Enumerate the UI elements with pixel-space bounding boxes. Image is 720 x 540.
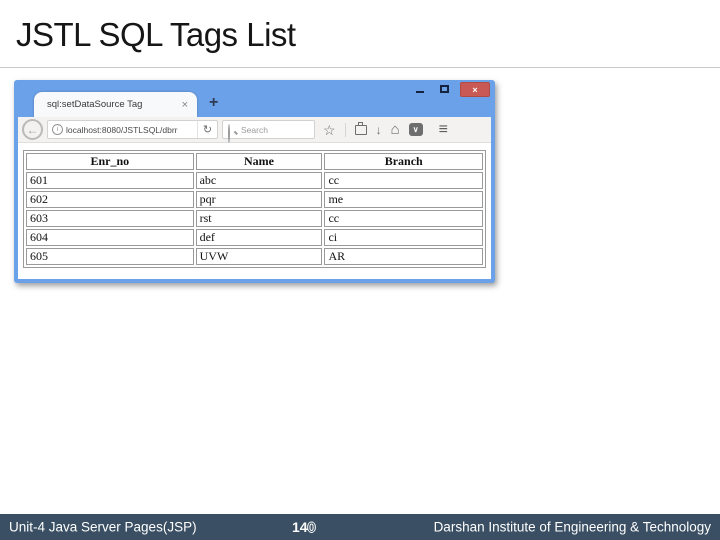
column-header-enr-no: Enr_no [26,153,194,170]
table-cell: AR [324,248,483,265]
search-bar[interactable] [222,120,315,143]
footer-institute-label: Darshan Institute of Engineering & Techn… [433,519,711,535]
table-cell: ci [324,229,483,246]
url-input[interactable] [66,124,197,135]
tab-title: sql:setDataSource Tag [47,99,143,110]
page-number-suffix: 0 [307,519,316,535]
search-icon [228,123,238,143]
table-cell: me [324,191,483,208]
page-number: 140 [292,519,315,535]
bookmarks-panel-icon[interactable] [354,121,367,135]
table-cell: def [195,229,323,246]
toolbar-icons: ☆ ↓ ⌂ ∨ ≡ [323,121,448,138]
table-cell: cc [324,210,483,227]
home-icon[interactable]: ⌂ [391,122,400,137]
menu-icon[interactable]: ≡ [439,121,448,138]
table-cell: 602 [26,191,194,208]
table-row: 605 UVW AR [26,248,483,265]
downloads-icon[interactable]: ↓ [376,124,382,136]
table-cell: pqr [195,191,323,208]
table-cell: 601 [26,172,194,189]
new-tab-button[interactable]: + [209,94,218,112]
footer-course-label: Unit-4 Java Server Pages(JSP) [9,519,197,535]
page-title: JSTL SQL Tags List [16,16,296,53]
table-cell: rst [195,210,323,227]
column-header-name: Name [195,153,323,170]
browser-tab[interactable]: sql:setDataSource Tag × [34,92,197,117]
pocket-icon[interactable]: ∨ [408,123,423,136]
table-row: 604 def ci [26,229,483,246]
browser-window: × sql:setDataSource Tag × + ← i ↻ ☆ ↓ ⌂ … [14,80,495,283]
table-cell: abc [195,172,323,189]
table-row: 602 pqr me [26,191,483,208]
back-button[interactable]: ← [22,119,43,140]
maximize-button[interactable] [432,82,456,96]
table-cell: cc [324,172,483,189]
close-button[interactable]: × [460,82,490,97]
page-content: Enr_no Name Branch 601 abc cc 602 pqr me… [18,143,491,279]
table-row: 601 abc cc [26,172,483,189]
maximize-icon [439,85,449,93]
search-input[interactable] [241,124,309,135]
minimize-button[interactable] [408,82,432,96]
address-bar[interactable]: i ↻ [47,120,218,139]
table-cell: 604 [26,229,194,246]
column-header-branch: Branch [324,153,483,170]
toolbar-separator [344,122,346,137]
tab-close-icon[interactable]: × [182,99,188,111]
site-info-icon[interactable]: i [52,124,63,135]
browser-toolbar: ← i ↻ ☆ ↓ ⌂ ∨ ≡ [18,117,491,143]
title-divider [0,67,720,68]
result-table: Enr_no Name Branch 601 abc cc 602 pqr me… [23,150,486,268]
table-cell: UVW [195,248,323,265]
window-controls: × [408,82,490,97]
table-header-row: Enr_no Name Branch [26,153,483,170]
table-cell: 605 [26,248,194,265]
table-cell: 603 [26,210,194,227]
slide-footer: Unit-4 Java Server Pages(JSP) 140 Darsha… [0,514,720,540]
reload-button[interactable]: ↻ [197,121,217,138]
page-number-prefix: 14 [292,519,308,535]
table-row: 603 rst cc [26,210,483,227]
bookmark-star-icon[interactable]: ☆ [323,123,336,137]
minimize-icon [416,90,424,93]
